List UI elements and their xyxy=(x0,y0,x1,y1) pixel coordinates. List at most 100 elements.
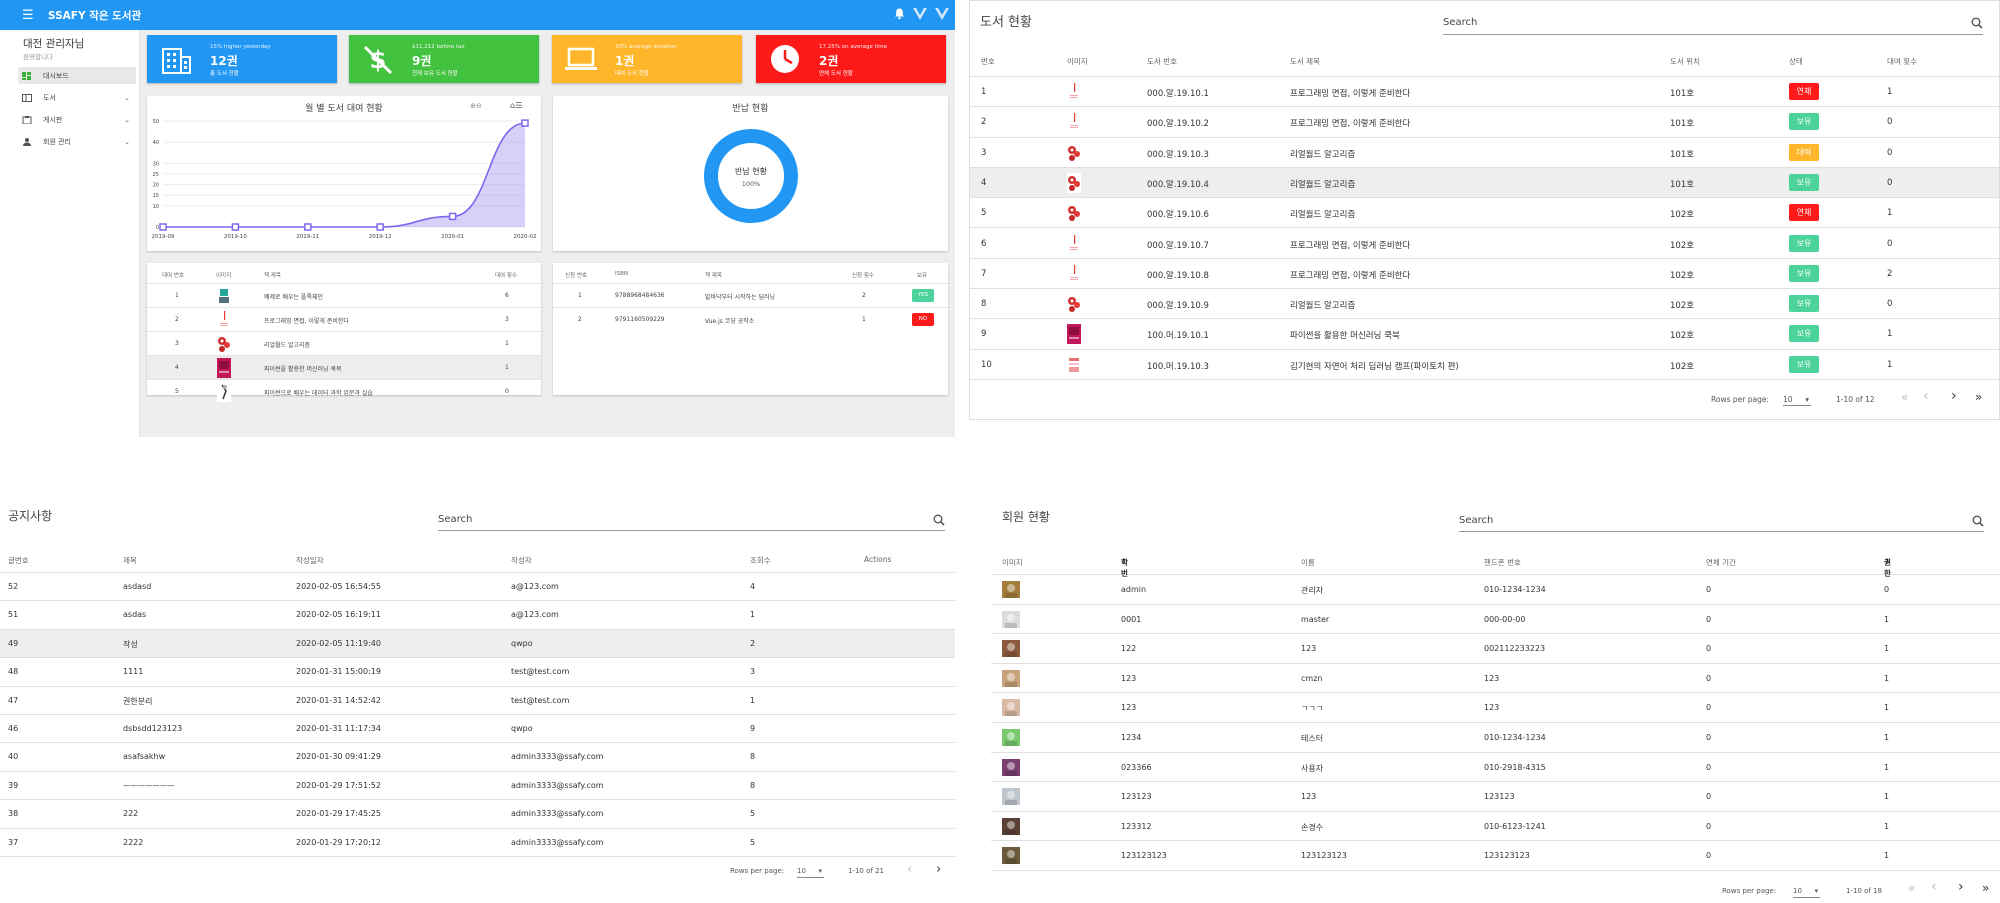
column-header[interactable]: 연체 기간 xyxy=(1706,557,1736,568)
first-page-icon[interactable]: « xyxy=(1901,390,1908,404)
table-row[interactable]: 39 ㅡㅡㅡㅡㅡㅡㅡ 2020-01-29 17:51:52 admin3333@ss… xyxy=(0,772,955,801)
data-point[interactable] xyxy=(376,223,384,231)
table-row[interactable]: 51 asdas 2020-02-05 16:19:11 a@123.com 1 xyxy=(0,601,955,630)
table-row[interactable]: 123123123 123123123 123123123 0 1 xyxy=(991,841,2000,871)
search-icon[interactable] xyxy=(1972,515,1984,527)
monthly-area-chart: 0 10 15 20 25 30 40 50 2019-09 2019-10 2019-11 2019… xyxy=(152,119,537,240)
rows-per-page-select[interactable]: 10 ▾ xyxy=(797,862,824,878)
column-header[interactable]: 작성자 xyxy=(511,555,532,566)
table-row[interactable]: 122 123 002112233223 0 1 xyxy=(991,634,2000,664)
table-row[interactable]: 8 000.알.19.10.9 리얼월드 알고리즘 102호 보유 0 xyxy=(970,289,1999,320)
search-input[interactable]: Search xyxy=(438,514,945,531)
search-input[interactable]: Search xyxy=(1459,515,1984,532)
table-row[interactable]: 4 000.알.19.10.4 리얼월드 알고리즘 101호 보유 0 xyxy=(970,167,1999,199)
prev-page-icon[interactable]: ‹ xyxy=(1931,879,1937,895)
table-row[interactable]: 2 000.알.19.10.2 프로그래밍 면접, 이렇게 준비한다 101호 보유 0 xyxy=(970,107,1999,138)
column-header[interactable]: 글번호 xyxy=(8,555,29,566)
table-row[interactable]: 5 파이썬으로 배우는 데이터 과학 입문과 실습 0 xyxy=(147,379,541,403)
table-row[interactable]: 2 프로그래밍 면접, 이렇게 준비한다 3 xyxy=(147,307,541,331)
last-page-icon[interactable]: » xyxy=(1975,390,1982,404)
table-row[interactable]: 123123 123 123123 0 1 xyxy=(991,782,2000,812)
home-icon[interactable]: ⌂☰ xyxy=(510,101,522,110)
column-header[interactable]: 대여 횟수 xyxy=(1887,56,1917,67)
sidebar-item-dashboard[interactable]: 대시보드 xyxy=(18,67,136,84)
rows-per-page-select[interactable]: 10 ▾ xyxy=(1793,882,1820,898)
table-row[interactable]: 1 000.알.19.10.1 프로그래밍 면접, 이렇게 준비한다 101호 연체 1 xyxy=(970,77,1999,108)
zoom-icons[interactable]: ⊕⊖ xyxy=(470,102,482,110)
table-row[interactable]: 52 asdasd 2020-02-05 16:54:55 a@123.com 4 xyxy=(0,573,955,602)
table-row[interactable]: 3 000.알.19.10.3 리얼월드 알고리즘 101호 대여 0 xyxy=(970,138,1999,168)
table-row[interactable]: 5 000.알.19.10.6 리얼월드 알고리즘 102호 연체 1 xyxy=(970,198,1999,229)
last-page-icon[interactable]: » xyxy=(1982,881,1989,895)
data-point[interactable] xyxy=(304,223,312,231)
table-row[interactable]: 023366 사용자 010-2918-4315 0 1 xyxy=(991,753,2000,783)
prev-page-icon[interactable]: ‹ xyxy=(1923,388,1929,404)
vue-logo-icon[interactable] xyxy=(935,7,949,23)
table-row[interactable]: 123 cmzn 123 0 1 xyxy=(991,664,2000,694)
cell-no: 39 xyxy=(8,780,19,790)
table-row[interactable]: 1 9788968484636 밑바닥부터 시작하는 딥러닝 2 YES xyxy=(553,283,948,307)
column-header: 대여 횟수 xyxy=(495,273,517,279)
table-row[interactable]: 6 000.알.19.10.7 프로그래밍 면접, 이렇게 준비한다 102호 보유 0 xyxy=(970,229,1999,259)
sidebar-item-members[interactable]: 회원 관리 ⌄ xyxy=(18,133,136,150)
first-page-icon[interactable]: « xyxy=(1908,881,1915,895)
table-row[interactable]: 123312 손경수 010-6123-1241 0 1 xyxy=(991,812,2000,842)
column-header[interactable]: 조회수 xyxy=(750,555,771,566)
table-row[interactable]: 9 100.머.19.10.1 파이썬을 활용한 머신러닝 쿡북 102호 보유 1 xyxy=(970,319,1999,350)
table-row[interactable]: 40 asafsakhw 2020-01-30 09:41:29 admin3333@… xyxy=(0,743,955,772)
x-tick-label: 2020-01 xyxy=(441,234,464,240)
stat-subtext: $11,212 before tax xyxy=(412,44,465,50)
page-title: 공지사항 xyxy=(8,509,53,523)
column-header[interactable]: 이름 xyxy=(1301,557,1315,568)
sidebar-item-board[interactable]: 게시판 ⌄ xyxy=(18,111,136,128)
table-row[interactable]: 47 권한분리 2020-01-31 14:52:42 test@test.com 1 xyxy=(0,687,955,715)
laptop-icon xyxy=(565,47,597,70)
next-page-icon[interactable]: › xyxy=(936,862,941,877)
cell-name: cmzn xyxy=(1301,673,1323,683)
data-point[interactable] xyxy=(521,119,529,127)
column-header[interactable]: 도서 위치 xyxy=(1670,56,1700,67)
table-row[interactable]: 1234 테스터 010-1234-1234 0 1 xyxy=(991,723,2000,753)
table-row[interactable]: 1 예제로 배우는 플록체인 6 xyxy=(147,283,541,307)
data-point[interactable] xyxy=(231,223,240,231)
pagination-range: 1-10 of 21 xyxy=(848,867,884,875)
table-row[interactable]: 46 dsbsdd123123 2020-01-31 11:17:34 qwpo 9 xyxy=(0,715,955,744)
column-header[interactable]: 도서 제목 xyxy=(1290,56,1320,67)
search-icon[interactable] xyxy=(933,514,945,526)
table-row[interactable]: admin 관리자 010-1234-1234 0 0 xyxy=(991,575,2000,605)
data-point[interactable] xyxy=(448,212,457,221)
next-page-icon[interactable]: › xyxy=(1958,879,1964,895)
column-header[interactable]: 이미지 xyxy=(1067,56,1088,67)
rows-per-page-select[interactable]: 10 ▾ xyxy=(1783,390,1811,406)
column-header[interactable]: 작성일자 xyxy=(296,555,324,566)
menu-icon[interactable]: ☰ xyxy=(22,8,36,23)
search-icon[interactable] xyxy=(1971,17,1983,29)
data-point[interactable] xyxy=(159,223,167,231)
table-row[interactable]: 37 2222 2020-01-29 17:20:12 admin3333@ssafy… xyxy=(0,829,955,857)
search-input[interactable]: Search xyxy=(1443,17,1983,35)
table-row[interactable]: 4 파이썬을 활용한 머신러닝 쿡북 1 xyxy=(147,355,541,379)
table-row[interactable]: 7 000.알.19.10.8 프로그래밍 면접, 이렇게 준비한다 102호 보유 2 xyxy=(970,259,1999,290)
table-row[interactable]: 0001 master 000-00-00 0 1 xyxy=(991,605,2000,635)
column-header[interactable]: 도서 번호 xyxy=(1147,56,1177,67)
table-row[interactable]: 3 리얼월드 알고리즘 1 xyxy=(147,331,541,355)
column-header[interactable]: 제목 xyxy=(123,555,137,566)
cell-no: 6 xyxy=(981,238,987,249)
vue-logo-icon[interactable] xyxy=(913,7,927,23)
column-header[interactable]: 번호 xyxy=(981,56,995,67)
table-row[interactable]: 10 100.머.19.10.3 김기현의 자연어 처리 딥러닝 캠프(파이토치 편… xyxy=(970,350,1999,380)
cell-book-code: 000.알.19.10.2 xyxy=(1147,119,1209,130)
cell-count: 0 xyxy=(1887,147,1893,158)
prev-page-icon[interactable]: ‹ xyxy=(907,862,912,877)
sidebar-item-books[interactable]: 도서 ⌄ xyxy=(18,89,136,106)
table-row[interactable]: 2 9791160509229 Vue.js 코딩 공작소 1 NO xyxy=(553,307,948,331)
cell-book-title: 리얼월드 알고리즘 xyxy=(1290,210,1356,221)
next-page-icon[interactable]: › xyxy=(1951,388,1957,404)
bell-icon[interactable] xyxy=(894,8,905,23)
table-row[interactable]: 49 작성 2020-02-05 11:19:40 qwpo 2 xyxy=(0,629,955,659)
table-row[interactable]: 38 222 2020-01-29 17:45:25 admin3333@ssafy.… xyxy=(0,800,955,829)
column-header[interactable]: 상태 xyxy=(1789,56,1803,67)
table-row[interactable]: 48 1111 2020-01-31 15:00:19 test@test.com 3 xyxy=(0,658,955,687)
column-header[interactable]: 핸드폰 번호 xyxy=(1484,557,1521,568)
table-row[interactable]: 123 ㄱㄱㄱ 123 0 1 xyxy=(991,693,2000,723)
